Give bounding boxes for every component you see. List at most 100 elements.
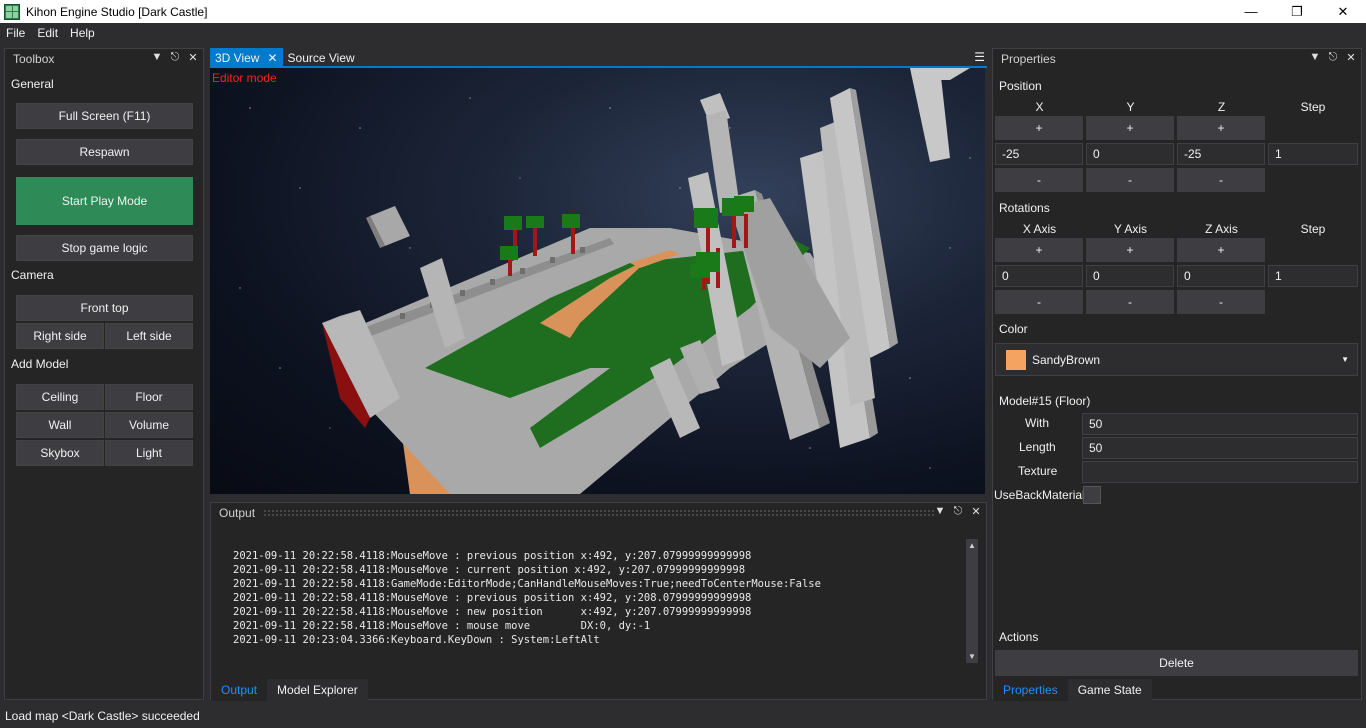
- tab-menu-icon[interactable]: ☰: [974, 50, 985, 64]
- rot-z-plus-button[interactable]: +: [1177, 238, 1265, 262]
- dropdown-icon[interactable]: ▼: [1309, 51, 1321, 64]
- status-text: Load map <Dark Castle> succeeded: [5, 709, 200, 723]
- col-y: Y: [1126, 100, 1135, 114]
- color-select[interactable]: SandyBrown ▼: [995, 343, 1358, 376]
- tab-model-explorer[interactable]: Model Explorer: [267, 679, 368, 701]
- document-tabs: 3D View ✕ Source View ☰: [210, 48, 987, 68]
- pos-y-plus-button[interactable]: +: [1086, 116, 1174, 140]
- floor-button[interactable]: Floor: [105, 384, 193, 410]
- rot-z-minus-button[interactable]: -: [1177, 290, 1265, 314]
- dropdown-icon[interactable]: ▼: [151, 51, 163, 64]
- output-title: Output: [219, 506, 256, 520]
- app-icon: [4, 3, 20, 20]
- menu-help[interactable]: Help: [64, 26, 101, 40]
- full-screen-button[interactable]: Full Screen (F11): [16, 103, 193, 129]
- with-label: With: [1025, 416, 1049, 430]
- output-scrollbar[interactable]: ▲ ▼: [966, 539, 978, 663]
- pos-y-field[interactable]: 0: [1086, 143, 1174, 165]
- add-model-label: Add Model: [11, 357, 69, 371]
- pos-z-field[interactable]: -25: [1177, 143, 1265, 165]
- output-line: 2021-09-11 20:23:04.3366:Keyboard.KeyDow…: [233, 634, 600, 646]
- actions-label: Actions: [999, 630, 1039, 644]
- pos-step-field[interactable]: 1: [1268, 143, 1358, 165]
- usebackmaterial-checkbox[interactable]: [1083, 486, 1101, 504]
- output-line: 2021-09-11 20:22:58.4118:MouseMove : mou…: [233, 620, 651, 632]
- pos-z-plus-button[interactable]: +: [1177, 116, 1265, 140]
- close-tab-icon[interactable]: ✕: [267, 51, 277, 65]
- output-panel: Output ▼ ⎋ ✕ 2021-09-11 20:22:58.4118:Mo…: [210, 502, 987, 701]
- restore-icon[interactable]: ❐: [1274, 0, 1320, 23]
- pos-x-plus-button[interactable]: +: [995, 116, 1083, 140]
- rot-y-plus-button[interactable]: +: [1086, 238, 1174, 262]
- properties-title: Properties: [1001, 52, 1056, 66]
- rot-x-field[interactable]: 0: [995, 265, 1083, 287]
- texture-field[interactable]: [1082, 461, 1358, 483]
- rot-x-plus-button[interactable]: +: [995, 238, 1083, 262]
- pin-icon[interactable]: ⎋: [169, 51, 181, 64]
- pos-z-minus-button[interactable]: -: [1177, 168, 1265, 192]
- properties-header: Properties ▼ ⎋ ✕: [993, 49, 1361, 69]
- length-field[interactable]: 50: [1082, 437, 1358, 459]
- menu-edit[interactable]: Edit: [31, 26, 64, 40]
- model-label: Model#15 (Floor): [999, 394, 1091, 408]
- close-icon[interactable]: ✕: [1345, 51, 1357, 64]
- close-icon[interactable]: ✕: [970, 505, 982, 518]
- skybox-button[interactable]: Skybox: [16, 440, 104, 466]
- tab-source-view[interactable]: Source View: [283, 48, 360, 68]
- tab-3d-view[interactable]: 3D View ✕: [210, 48, 283, 68]
- tab-output[interactable]: Output: [211, 679, 268, 701]
- pin-icon[interactable]: ⎋: [1327, 51, 1339, 64]
- right-side-button[interactable]: Right side: [16, 323, 104, 349]
- minimize-icon[interactable]: —: [1228, 0, 1274, 23]
- close-icon[interactable]: ✕: [1320, 0, 1366, 23]
- usebackmaterial-label: UseBackMaterial: [994, 488, 1085, 502]
- col-step: Step: [1300, 100, 1326, 114]
- pos-x-field[interactable]: -25: [995, 143, 1083, 165]
- rot-x-minus-button[interactable]: -: [995, 290, 1083, 314]
- menu-file[interactable]: File: [0, 26, 31, 40]
- delete-button[interactable]: Delete: [995, 650, 1358, 676]
- scroll-up-icon[interactable]: ▲: [966, 541, 978, 550]
- output-line: 2021-09-11 20:22:58.4118:MouseMove : new…: [233, 606, 752, 618]
- 3d-viewport[interactable]: Editor mode: [210, 68, 985, 494]
- close-icon[interactable]: ✕: [187, 51, 199, 64]
- respawn-button[interactable]: Respawn: [16, 139, 193, 165]
- color-name: SandyBrown: [1032, 352, 1101, 367]
- general-label: General: [11, 77, 54, 91]
- stop-game-logic-button[interactable]: Stop game logic: [16, 235, 193, 261]
- output-log[interactable]: 2021-09-11 20:22:58.4118:MouseMove : pre…: [233, 549, 821, 647]
- rot-z-field[interactable]: 0: [1177, 265, 1265, 287]
- light-button[interactable]: Light: [105, 440, 193, 466]
- rot-y-minus-button[interactable]: -: [1086, 290, 1174, 314]
- pin-icon[interactable]: ⎋: [952, 505, 964, 518]
- start-play-mode-button[interactable]: Start Play Mode: [16, 177, 193, 225]
- pos-x-minus-button[interactable]: -: [995, 168, 1083, 192]
- output-line: 2021-09-11 20:22:58.4118:MouseMove : pre…: [233, 550, 752, 562]
- tab-properties[interactable]: Properties: [993, 679, 1068, 701]
- rot-step-field[interactable]: 1: [1268, 265, 1358, 287]
- status-bar: Load map <Dark Castle> succeeded: [0, 704, 1366, 728]
- output-header: Output ▼ ⎋ ✕: [211, 503, 986, 523]
- tab-game-state[interactable]: Game State: [1067, 679, 1152, 701]
- left-side-button[interactable]: Left side: [105, 323, 193, 349]
- pos-y-minus-button[interactable]: -: [1086, 168, 1174, 192]
- col-z-axis: Z Axis: [1205, 222, 1238, 236]
- chevron-down-icon: ▼: [1341, 355, 1349, 364]
- col-x-axis: X Axis: [1022, 222, 1057, 236]
- ceiling-button[interactable]: Ceiling: [16, 384, 104, 410]
- wall-button[interactable]: Wall: [16, 412, 104, 438]
- output-line: 2021-09-11 20:22:58.4118:MouseMove : cur…: [233, 564, 746, 576]
- output-bottom-tabs: Output Model Explorer: [211, 679, 368, 701]
- rot-y-field[interactable]: 0: [1086, 265, 1174, 287]
- col-y-axis: Y Axis: [1113, 222, 1148, 236]
- drag-grip[interactable]: [263, 509, 936, 517]
- properties-bottom-tabs: Properties Game State: [993, 679, 1152, 701]
- with-field[interactable]: 50: [1082, 413, 1358, 435]
- tab-3d-view-label: 3D View: [215, 51, 260, 65]
- dropdown-icon[interactable]: ▼: [934, 505, 946, 518]
- volume-button[interactable]: Volume: [105, 412, 193, 438]
- front-top-button[interactable]: Front top: [16, 295, 193, 321]
- color-label: Color: [999, 322, 1028, 336]
- position-label: Position: [999, 79, 1042, 93]
- scroll-down-icon[interactable]: ▼: [966, 652, 978, 661]
